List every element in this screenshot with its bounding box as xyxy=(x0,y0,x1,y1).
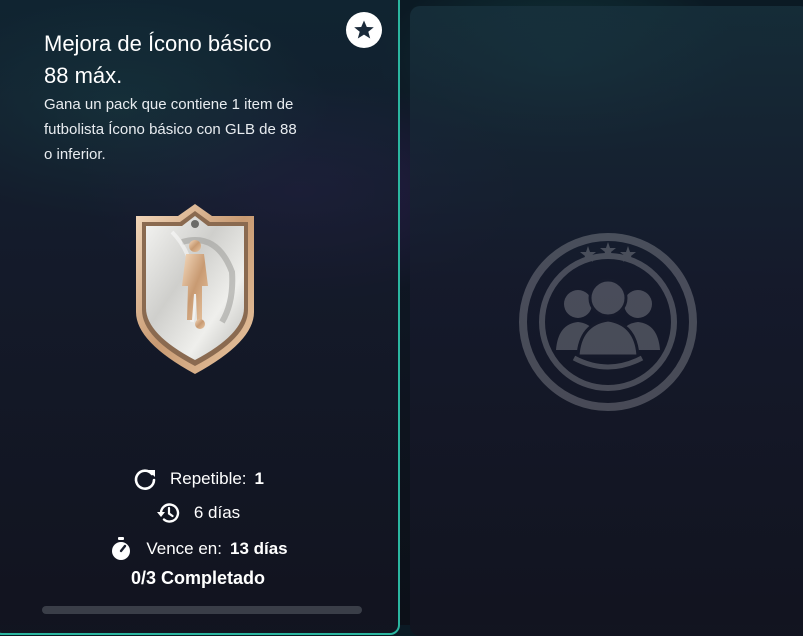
completion-status: 0/3 Completado xyxy=(130,568,266,588)
locked-objective-card[interactable] xyxy=(410,6,803,636)
description-line2: futbolista Ícono básico con GLB de 88 xyxy=(44,121,297,138)
players-emblem-icon xyxy=(519,233,697,411)
progress-bar xyxy=(42,606,362,614)
objective-description: Gana un pack que contiene 1 item de futb… xyxy=(44,92,384,167)
icon-pack-badge xyxy=(136,204,254,374)
repeatable-value: 1 xyxy=(254,469,265,488)
star-icon xyxy=(354,20,374,39)
refresh-text: 6 días xyxy=(193,503,241,522)
expires-row: Vence en: 13 días xyxy=(0,536,398,562)
expires-label: Vence en: xyxy=(146,539,222,558)
repeatable-label: Repetible: xyxy=(169,469,247,488)
expires-value: 13 días xyxy=(229,539,288,558)
objective-title-line2: 88 máx. xyxy=(44,63,123,88)
repeat-icon xyxy=(134,469,156,490)
stopwatch-icon xyxy=(112,537,131,560)
objective-title-line1: Mejora de Ícono básico xyxy=(44,31,272,56)
favorite-button[interactable] xyxy=(346,12,382,48)
objective-card[interactable]: Mejora de Ícono básico 88 máx. Gana un p… xyxy=(0,0,400,635)
description-line1: Gana un pack que contiene 1 item de xyxy=(44,96,294,113)
objective-title: Mejora de Ícono básico 88 máx. xyxy=(44,28,344,92)
refresh-row: 6 días xyxy=(0,500,398,526)
repeatable-row: Repetible: 1 xyxy=(0,466,398,492)
description-line3: o inferior. xyxy=(44,146,106,163)
history-icon xyxy=(156,503,180,523)
